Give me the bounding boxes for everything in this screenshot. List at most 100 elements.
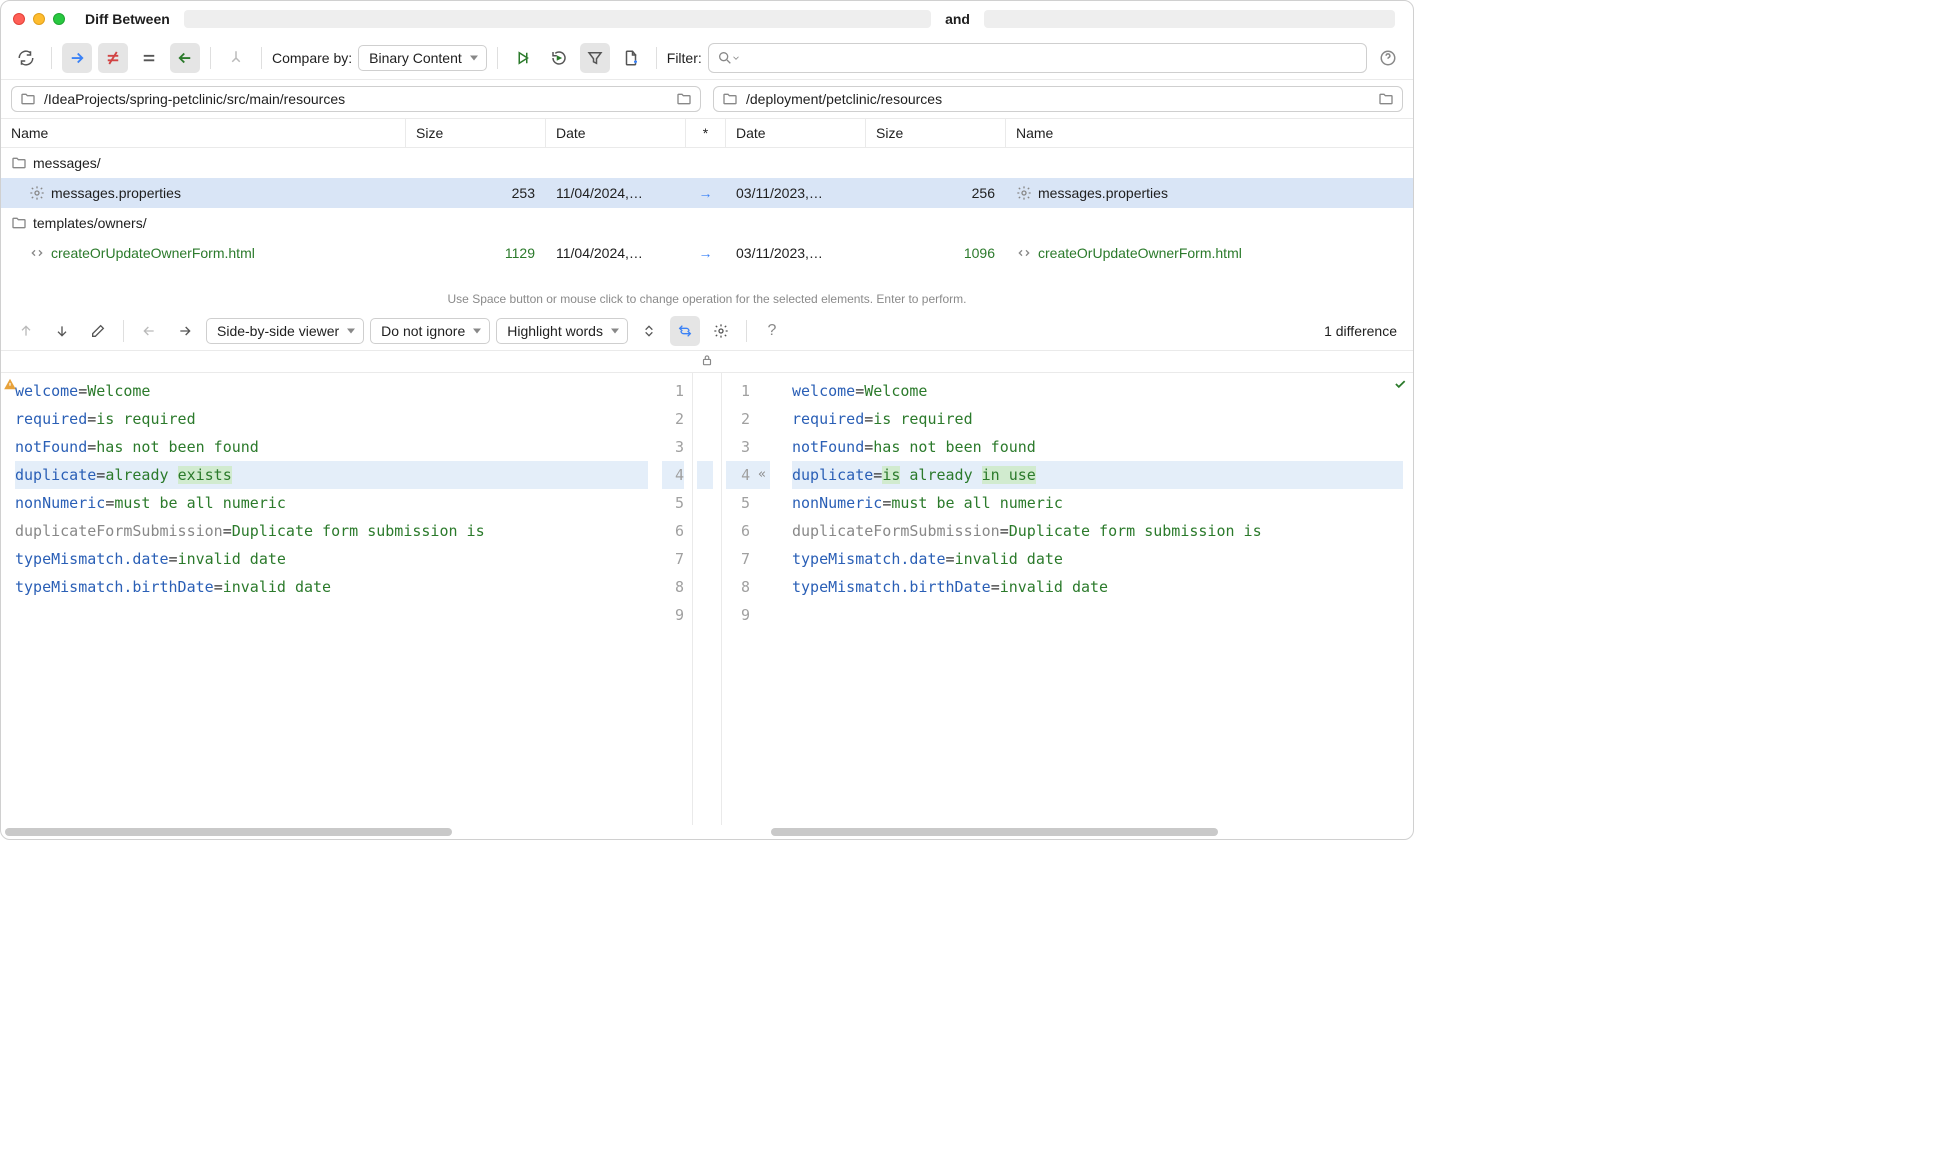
help-button[interactable] xyxy=(1373,43,1403,73)
folder-icon xyxy=(11,215,27,231)
filter-label: Filter: xyxy=(667,50,702,66)
highlight-mode-dropdown[interactable]: Highlight words xyxy=(496,318,628,344)
gutter-mid xyxy=(692,373,722,825)
code-line[interactable]: duplicateFormSubmission=Duplicate form s… xyxy=(792,517,1403,545)
left-path-box: /IdeaProjects/spring-petclinic/src/main/… xyxy=(11,86,701,112)
col-op[interactable]: * xyxy=(686,119,726,147)
col-name-right[interactable]: Name xyxy=(1006,119,1413,147)
code-left[interactable]: welcome=Welcomerequired=is requirednotFo… xyxy=(1,373,658,825)
html-file-icon xyxy=(1016,245,1032,261)
separator xyxy=(746,320,747,342)
titlebar: Diff Between and xyxy=(1,1,1413,37)
hscroll-right[interactable] xyxy=(767,825,1413,839)
op-arrow[interactable]: → xyxy=(686,185,726,201)
code-line[interactable]: notFound=has not been found xyxy=(792,433,1403,461)
col-size-left[interactable]: Size xyxy=(406,119,546,147)
tree-row[interactable]: messages/ xyxy=(1,148,1413,178)
equal-button[interactable] xyxy=(134,43,164,73)
sync-left-button[interactable] xyxy=(170,43,200,73)
code-line[interactable]: welcome=Welcome xyxy=(15,377,648,405)
apply-change-button[interactable]: « xyxy=(754,461,770,489)
right-path-text[interactable]: /deployment/petclinic/resources xyxy=(746,91,1370,107)
browse-folder-icon[interactable] xyxy=(1378,91,1394,107)
left-pane: welcome=Welcomerequired=is requirednotFo… xyxy=(1,373,692,825)
filter-input[interactable] xyxy=(708,43,1367,73)
col-date-left[interactable]: Date xyxy=(546,119,686,147)
edit-button[interactable] xyxy=(83,316,113,346)
diff-help-button[interactable]: ? xyxy=(757,316,787,346)
window-title-path-right xyxy=(984,10,1395,28)
code-line[interactable]: required=is required xyxy=(792,405,1403,433)
zoom-window-button[interactable] xyxy=(53,13,65,25)
collapse-unchanged-button[interactable] xyxy=(634,316,664,346)
compare-by-label: Compare by: xyxy=(272,50,352,66)
right-pane: 1234«56789 welcome=Welcomerequired=is re… xyxy=(722,373,1413,825)
col-size-right[interactable]: Size xyxy=(866,119,1006,147)
window-title-prefix: Diff Between xyxy=(85,11,170,27)
col-date-right[interactable]: Date xyxy=(726,119,866,147)
code-line[interactable]: duplicate=already exists xyxy=(15,461,648,489)
sync-scroll-button[interactable] xyxy=(670,316,700,346)
filter-icon-button[interactable] xyxy=(580,43,610,73)
gutter-right: 1234«56789 xyxy=(722,373,778,825)
code-line[interactable] xyxy=(792,601,1403,629)
file-name-left: createOrUpdateOwnerForm.html xyxy=(51,245,255,261)
file-name-left: messages.properties xyxy=(51,185,181,201)
close-window-button[interactable] xyxy=(13,13,25,25)
code-line[interactable]: welcome=Welcome xyxy=(792,377,1403,405)
rerun-button[interactable] xyxy=(544,43,574,73)
right-path-box: /deployment/petclinic/resources xyxy=(713,86,1403,112)
file-date-right: 03/11/2023,… xyxy=(726,245,866,261)
browse-folder-icon[interactable] xyxy=(676,91,692,107)
col-name-left[interactable]: Name xyxy=(1,119,406,147)
gear-icon xyxy=(29,185,45,201)
nav-forward-button[interactable] xyxy=(170,316,200,346)
diff-settings-button[interactable] xyxy=(706,316,736,346)
file-date-left: 11/04/2024,… xyxy=(546,245,686,261)
sync-right-button[interactable] xyxy=(62,43,92,73)
code-line[interactable] xyxy=(15,601,648,629)
code-line[interactable]: nonNumeric=must be all numeric xyxy=(792,489,1403,517)
html-file-icon xyxy=(29,245,45,261)
next-change-button[interactable] xyxy=(47,316,77,346)
ignore-mode-dropdown[interactable]: Do not ignore xyxy=(370,318,490,344)
main-toolbar: Compare by: Binary Content Filter: xyxy=(1,37,1413,80)
folder-icon xyxy=(20,91,36,107)
file-name-right: createOrUpdateOwnerForm.html xyxy=(1038,245,1242,261)
code-line[interactable]: nonNumeric=must be all numeric xyxy=(15,489,648,517)
code-right[interactable]: welcome=Welcomerequired=is requirednotFo… xyxy=(778,373,1413,825)
code-line[interactable]: typeMismatch.birthDate=invalid date xyxy=(792,573,1403,601)
tree-row[interactable]: createOrUpdateOwnerForm.html 112911/04/20… xyxy=(1,238,1413,268)
file-size-left: 1129 xyxy=(406,245,546,261)
code-line[interactable]: required=is required xyxy=(15,405,648,433)
window-controls xyxy=(13,13,65,25)
viewer-mode-dropdown[interactable]: Side-by-side viewer xyxy=(206,318,364,344)
lock-icon xyxy=(700,353,714,367)
ignore-mode-value: Do not ignore xyxy=(381,323,465,339)
merge-button xyxy=(221,43,251,73)
code-line[interactable]: duplicateFormSubmission=Duplicate form s… xyxy=(15,517,648,545)
code-line[interactable]: notFound=has not been found xyxy=(15,433,648,461)
run-button[interactable] xyxy=(508,43,538,73)
not-equal-button[interactable] xyxy=(98,43,128,73)
highlight-mode-value: Highlight words xyxy=(507,323,603,339)
compare-by-dropdown[interactable]: Binary Content xyxy=(358,45,487,71)
file-size-right: 1096 xyxy=(866,245,1006,261)
add-file-button[interactable] xyxy=(616,43,646,73)
viewer-mode-value: Side-by-side viewer xyxy=(217,323,339,339)
file-name-right: messages.properties xyxy=(1038,185,1168,201)
refresh-button[interactable] xyxy=(11,43,41,73)
minimize-window-button[interactable] xyxy=(33,13,45,25)
code-line[interactable]: typeMismatch.date=invalid date xyxy=(15,545,648,573)
tree-row[interactable]: templates/owners/ xyxy=(1,208,1413,238)
left-path-text[interactable]: /IdeaProjects/spring-petclinic/src/main/… xyxy=(44,91,668,107)
tree-row[interactable]: messages.properties25311/04/2024,…→03/11… xyxy=(1,178,1413,208)
warning-icon xyxy=(3,377,17,391)
code-line[interactable]: duplicate=is already in use xyxy=(792,461,1403,489)
op-arrow[interactable]: → xyxy=(686,245,726,261)
folder-icon xyxy=(722,91,738,107)
hscroll-left[interactable] xyxy=(1,825,647,839)
code-line[interactable]: typeMismatch.birthDate=invalid date xyxy=(15,573,648,601)
code-line[interactable]: typeMismatch.date=invalid date xyxy=(792,545,1403,573)
separator xyxy=(210,47,211,69)
